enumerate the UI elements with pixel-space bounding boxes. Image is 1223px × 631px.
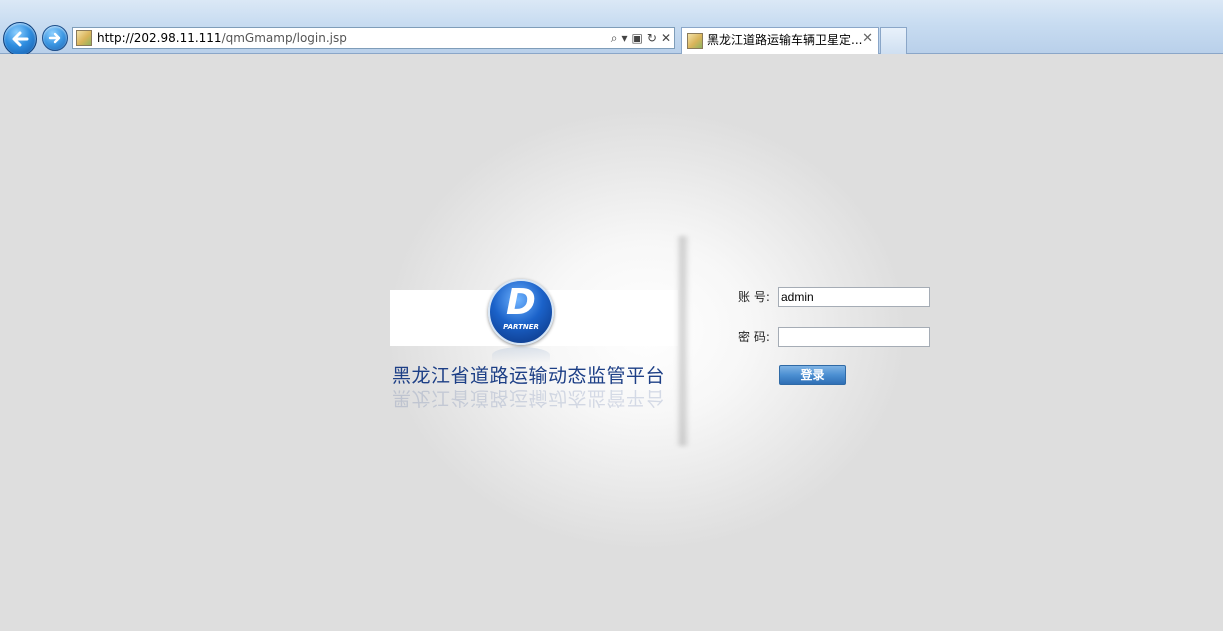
arrow-right-icon xyxy=(48,32,61,44)
browser-tab-active[interactable]: 黑龙江道路运输车辆卫星定... ✕ xyxy=(681,27,879,54)
forward-button[interactable] xyxy=(42,25,68,51)
browser-chrome: http://202.98.11.111/qmGmamp/login.jsp ⌕… xyxy=(0,0,1223,56)
close-tab-icon[interactable]: ✕ xyxy=(862,32,873,46)
address-bar[interactable]: http://202.98.11.111/qmGmamp/login.jsp ⌕… xyxy=(72,27,675,49)
panel-divider xyxy=(676,236,690,446)
logo-reflection xyxy=(492,347,550,363)
tab-favicon-icon xyxy=(687,33,703,49)
refresh-icon[interactable]: ↻ xyxy=(647,30,657,46)
logo-letter: D xyxy=(506,282,536,323)
account-label: 账 号: xyxy=(738,290,770,304)
site-title: 黑龙江省道路运输动态监管平台 xyxy=(392,365,666,387)
search-icon[interactable]: ⌕ xyxy=(611,30,618,46)
site-title-reflection: 黑龙江省道路运输动态监管平台 xyxy=(392,387,666,409)
url-path: /qmGmamp/login.jsp xyxy=(221,31,347,45)
url-text[interactable]: http://202.98.11.111/qmGmamp/login.jsp xyxy=(97,31,347,45)
password-label: 密 码: xyxy=(738,330,770,344)
new-tab-button[interactable] xyxy=(880,27,907,54)
login-button[interactable]: 登录 xyxy=(779,365,846,385)
tab-title: 黑龙江道路运输车辆卫星定... xyxy=(707,33,863,47)
stop-icon[interactable]: ✕ xyxy=(661,30,671,46)
chevron-down-icon[interactable]: ▾ xyxy=(622,30,628,46)
arrow-left-icon xyxy=(12,31,29,47)
url-host: http://202.98.11.111 xyxy=(97,31,222,45)
partner-logo: D PARTNER xyxy=(488,279,554,345)
account-input[interactable] xyxy=(778,287,930,307)
back-button[interactable] xyxy=(3,22,37,56)
address-tools: ⌕ ▾ ▣ ↻ ✕ xyxy=(611,30,671,46)
page-favicon-icon xyxy=(76,30,92,46)
logo-subtitle: PARTNER xyxy=(503,323,539,331)
password-input[interactable] xyxy=(778,327,930,347)
compatibility-view-icon[interactable]: ▣ xyxy=(632,30,643,46)
